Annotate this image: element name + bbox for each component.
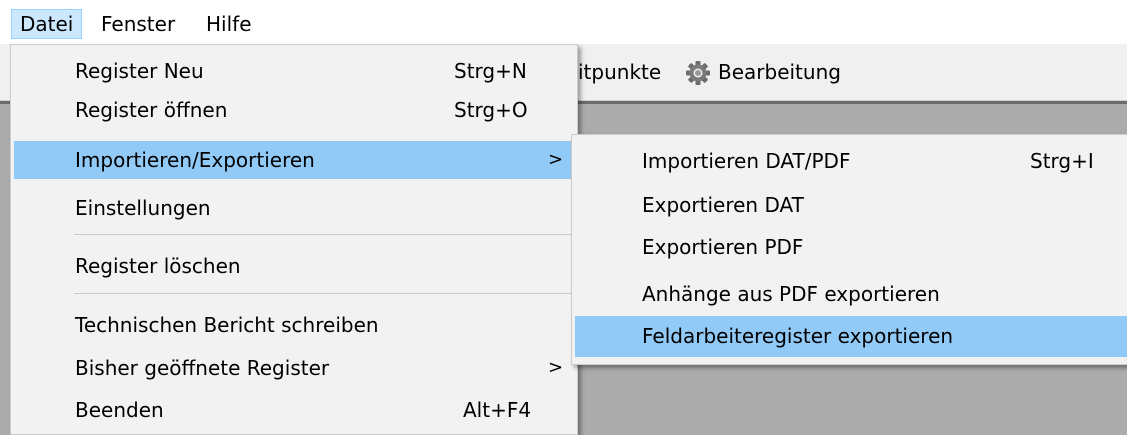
menu-item-label: Exportieren PDF [642,235,804,259]
menu-item-label: Anhänge aus PDF exportieren [642,282,940,306]
menu-datei[interactable]: Datei [11,9,83,39]
menu-item-label: Exportieren DAT [642,193,804,217]
menu-item-importieren-dat-pdf[interactable]: Importieren DAT/PDF Strg+I [575,142,1127,180]
menu-item-label: Feldarbeiteregister exportieren [642,324,954,348]
import-export-submenu: Importieren DAT/PDF Strg+I Exportieren D… [571,134,1127,365]
bearbeitung-button-label[interactable]: Bearbeitung [718,44,841,100]
menu-bar: Datei Fenster Hilfe [0,0,1127,44]
menu-item-feldarbeiteregister-exportieren[interactable]: Feldarbeiteregister exportieren [575,316,1127,357]
gear-icon [686,61,710,85]
menu-separator [74,234,574,235]
menu-item-shortcut: Strg+O [454,98,528,122]
menu-item-shortcut: Alt+F4 [463,398,532,422]
menu-fenster[interactable]: Fenster [93,9,183,39]
menu-separator [74,293,574,294]
menu-item-label: Beenden [75,398,164,422]
menu-item-beenden[interactable]: Beenden Alt+F4 [14,391,574,429]
datei-menu: Register Neu Strg+N Register öffnen Strg… [10,44,578,435]
chevron-right-icon: > [548,357,564,378]
toolbar-partial-button-label[interactable]: itpunkte [578,44,661,100]
menu-item-shortcut: Strg+N [454,59,527,83]
menu-item-importieren-exportieren[interactable]: Importieren/Exportieren > [14,141,574,179]
menu-item-shortcut: Strg+I [1030,149,1094,173]
menu-item-label: Register öffnen [75,98,228,122]
menu-hilfe[interactable]: Hilfe [198,9,260,39]
menu-item-label: Register Neu [75,59,204,83]
menu-item-bisher-geoeffnete-register[interactable]: Bisher geöffnete Register > [14,349,574,387]
menu-item-einstellungen[interactable]: Einstellungen [14,189,574,227]
menu-item-label: Bisher geöffnete Register [75,356,330,380]
menu-item-exportieren-dat[interactable]: Exportieren DAT [575,186,1127,224]
menu-item-register-oeffnen[interactable]: Register öffnen Strg+O [14,91,574,129]
chevron-right-icon: > [548,149,564,170]
menu-item-anhaenge-exportieren[interactable]: Anhänge aus PDF exportieren [575,275,1127,313]
menu-item-label: Importieren DAT/PDF [642,149,851,173]
menu-item-label: Register löschen [75,254,241,278]
menu-item-label: Technischen Bericht schreiben [75,313,379,337]
menu-item-exportieren-pdf[interactable]: Exportieren PDF [575,228,1127,266]
menu-item-register-loeschen[interactable]: Register löschen [14,247,574,285]
menu-item-label: Importieren/Exportieren [75,148,315,172]
menu-item-technischer-bericht[interactable]: Technischen Bericht schreiben [14,306,574,344]
menu-item-label: Einstellungen [75,196,211,220]
menu-item-register-neu[interactable]: Register Neu Strg+N [14,52,574,90]
